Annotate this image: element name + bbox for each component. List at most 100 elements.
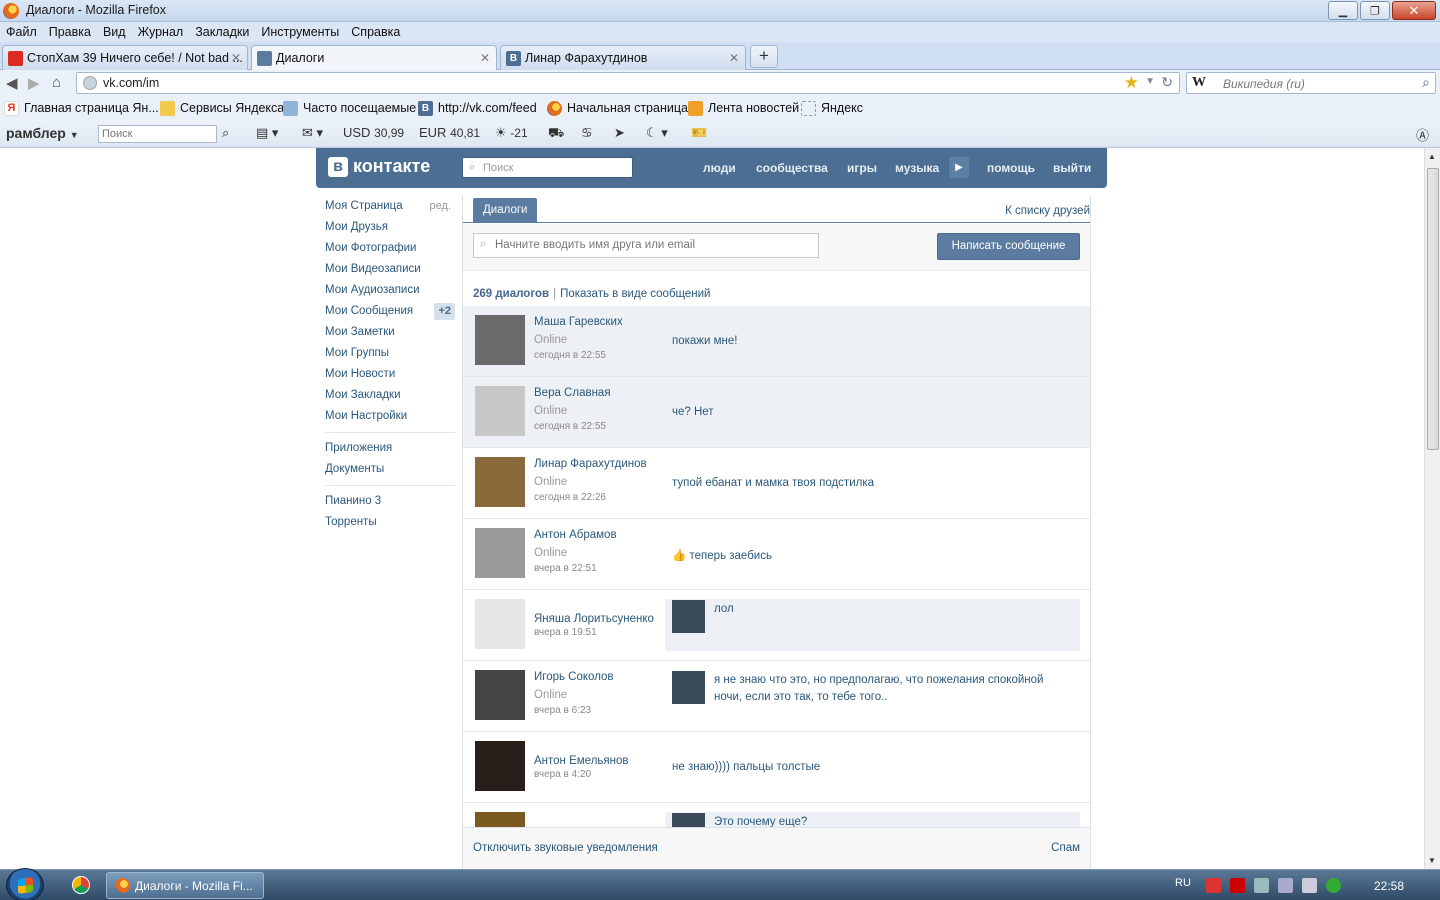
dialog-user-name[interactable]: Антон Абрамов [534, 529, 617, 541]
menu-tools[interactable]: Инструменты [261, 22, 339, 42]
close-tab-icon[interactable]: ✕ [729, 51, 739, 65]
bookmark-yandex-services[interactable]: Сервисы Яндекса [160, 101, 284, 116]
dialog-row[interactable]: Линар Фарахутдинов Online сегодня в 22:26 т… [463, 448, 1090, 519]
usd-rate[interactable]: USD 30,99 [343, 125, 404, 140]
nav-music[interactable]: музыка [895, 161, 939, 175]
close-tab-icon[interactable]: ✕ [480, 51, 490, 65]
url-bar[interactable]: vk.com/im ★ ▼ ↻ [76, 72, 1180, 94]
avatar[interactable] [475, 315, 525, 365]
dialog-user-name[interactable]: Антон Емельянов [534, 755, 628, 767]
tab-dialogs-active[interactable]: Диалоги [473, 198, 538, 223]
to-friends-link[interactable]: К списку друзей [1005, 205, 1090, 217]
menu-history[interactable]: Журнал [138, 22, 184, 42]
menu-my-news[interactable]: Мои Новости [325, 364, 455, 385]
avatar[interactable] [475, 386, 525, 436]
nav-logout[interactable]: выйти [1053, 161, 1091, 175]
ticket-icon[interactable]: 🎫 [691, 125, 707, 141]
scroll-up-icon[interactable]: ▲ [1428, 152, 1436, 161]
tab-dialogs[interactable]: Диалоги ✕ [251, 45, 497, 71]
send-icon[interactable]: ➤ [614, 125, 625, 141]
spam-link[interactable]: Спам [1051, 842, 1080, 854]
weather-widget[interactable]: ☀ -21 [495, 125, 528, 141]
edit-link[interactable]: ред. [430, 196, 451, 217]
maximize-button[interactable]: ❐ [1360, 1, 1390, 20]
music-play-button[interactable]: ▶ [949, 157, 969, 178]
search-bar[interactable]: W Википедия (ru) ⌕ [1186, 72, 1436, 94]
scrollbar-thumb[interactable] [1427, 168, 1439, 450]
notes-icon[interactable]: ▤ ▾ [256, 125, 278, 141]
avatar[interactable] [475, 670, 525, 720]
avatar[interactable] [475, 457, 525, 507]
show-as-messages-link[interactable]: Показать в виде сообщений [560, 288, 710, 300]
taskbar-firefox-window[interactable]: Диалоги - Mozilla Fi... [106, 872, 264, 899]
dialog-row[interactable]: Антон Емельянов вчера в 4:20 не знаю)))) п… [463, 732, 1090, 803]
car-icon[interactable]: ⛟ [548, 125, 564, 143]
new-tab-button[interactable]: + [750, 45, 778, 68]
nav-communities[interactable]: сообщества [756, 161, 828, 175]
adobe-icon[interactable] [1230, 878, 1245, 893]
dialog-user-name[interactable]: Игорь Соколов [534, 671, 614, 683]
avatar[interactable] [475, 599, 525, 649]
vk-search-input[interactable]: ⌕ Поиск [462, 157, 633, 178]
menu-my-messages[interactable]: Мои Сообщения +2 [325, 301, 455, 322]
avatar[interactable] [475, 741, 525, 791]
menu-my-notes[interactable]: Мои Заметки [325, 322, 455, 343]
url-dropdown-icon[interactable]: ▼ [1145, 76, 1155, 87]
clock[interactable]: 22:58 [1374, 879, 1404, 893]
write-message-button[interactable]: Написать сообщение [937, 233, 1080, 260]
sound-off-link[interactable]: Отключить звуковые уведомления [473, 842, 658, 854]
dialog-row[interactable]: Вера Славная Online сегодня в 22:55 че? Нет [463, 377, 1090, 448]
chrome-icon[interactable] [72, 876, 90, 894]
bookmark-start-page[interactable]: Начальная страница [547, 101, 688, 116]
friend-search-input[interactable]: ⌕ Начните вводить имя друга или email [473, 233, 819, 258]
menu-edit[interactable]: Правка [49, 22, 91, 42]
menu-my-settings[interactable]: Мои Настройки [325, 406, 455, 427]
network-error-icon[interactable] [1206, 878, 1221, 893]
menu-my-photos[interactable]: Мои Фотографии [325, 238, 455, 259]
nav-games[interactable]: игры [847, 161, 877, 175]
dialog-row[interactable]: Маша Гаревских Online сегодня в 22:55 покаж… [463, 306, 1090, 377]
utorrent-icon[interactable] [1326, 878, 1341, 893]
bookmark-news-feed[interactable]: Лента новостей [688, 101, 799, 116]
bookmark-vk-feed[interactable]: Bhttp://vk.com/feed [418, 101, 537, 116]
bookmark-yandex[interactable]: Яндекс [801, 101, 863, 116]
menu-file[interactable]: Файл [6, 22, 37, 42]
menu-help[interactable]: Справка [351, 22, 400, 42]
site-identity-icon[interactable] [83, 76, 97, 90]
menu-documents[interactable]: Документы [325, 459, 455, 480]
wikipedia-icon[interactable]: W [1192, 75, 1206, 91]
dialog-user-name[interactable]: Линар Фарахутдинов [534, 458, 647, 470]
back-icon[interactable]: ◀ [6, 74, 18, 92]
close-tab-icon[interactable]: ✕ [231, 51, 241, 65]
horoscope-icon[interactable]: ♋ [581, 125, 593, 141]
dialog-user-name[interactable]: Яняша Лоритьсуненко [534, 613, 654, 625]
minimize-button[interactable]: ▁ [1328, 1, 1358, 20]
vk-logo[interactable]: в контакте [328, 156, 430, 177]
display-icon[interactable] [1278, 878, 1293, 893]
bookmark-yandex-home[interactable]: Я Главная страница Ян... [4, 101, 159, 116]
home-icon[interactable]: ⌂ [52, 74, 61, 91]
rambler-logo[interactable]: рамблер ▼ [6, 125, 79, 141]
menu-my-groups[interactable]: Мои Группы [325, 343, 455, 364]
avatar[interactable] [475, 528, 525, 578]
tab-stopham[interactable]: СтопХам 39 Ничего себе! / Not bad ... ✕ [2, 45, 248, 70]
eur-rate[interactable]: EUR 40,81 [419, 125, 480, 140]
menu-my-page[interactable]: Моя Страница ред. [325, 196, 455, 217]
tab-linar[interactable]: B Линар Фарахутдинов ✕ [500, 45, 746, 70]
dialog-row[interactable]: Яняша Лоритьсуненко вчера в 19:51 лол [463, 590, 1090, 661]
bookmark-most-visited[interactable]: Часто посещаемые [283, 101, 416, 116]
rambler-settings-icon[interactable]: Ⓐ [1416, 125, 1429, 144]
menu-my-bookmarks[interactable]: Мои Закладки [325, 385, 455, 406]
menu-apps[interactable]: Приложения [325, 438, 455, 459]
menu-bookmarks[interactable]: Закладки [195, 22, 249, 42]
forward-icon[interactable]: ▶ [28, 74, 40, 92]
language-indicator[interactable]: RU [1175, 877, 1191, 889]
reload-icon[interactable]: ↻ [1161, 74, 1173, 91]
search-icon[interactable]: ⌕ [222, 125, 229, 141]
start-button[interactable] [6, 868, 44, 900]
menu-my-friends[interactable]: Мои Друзья [325, 217, 455, 238]
menu-my-audio[interactable]: Мои Аудиозаписи [325, 280, 455, 301]
nav-help[interactable]: помощь [987, 161, 1035, 175]
moon-icon[interactable]: ☾ ▾ [646, 125, 668, 141]
dialog-user-name[interactable]: Вера Славная [534, 387, 611, 399]
